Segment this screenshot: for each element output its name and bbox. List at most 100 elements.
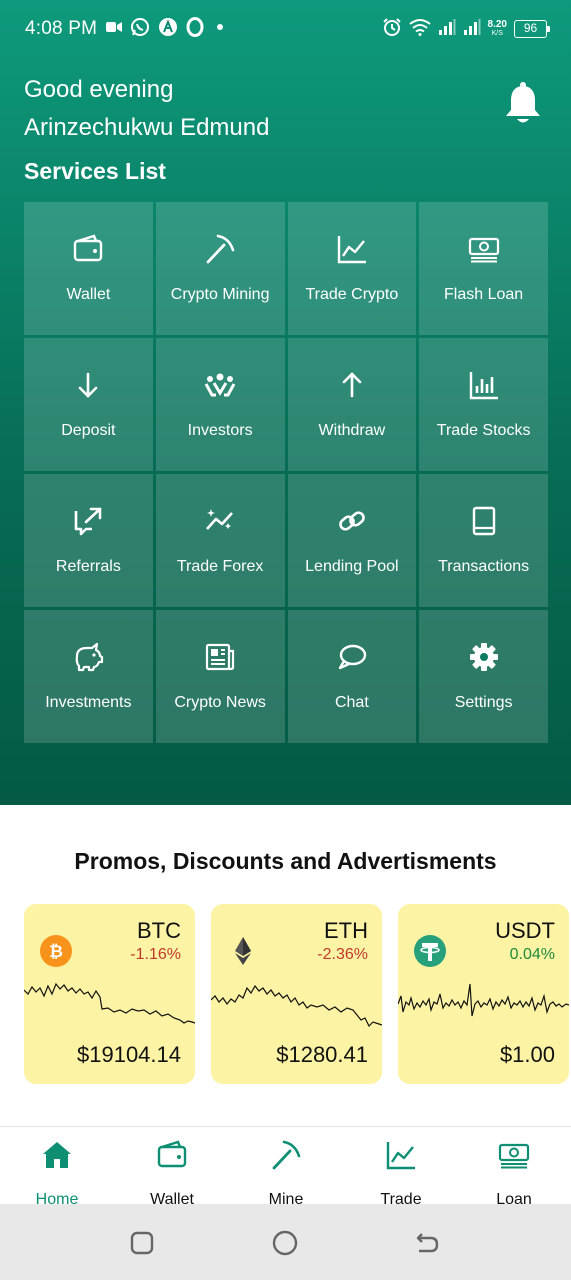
service-label: Investments <box>45 694 132 711</box>
back-arrow-icon[interactable] <box>413 1229 441 1257</box>
status-time: 4:08 PM <box>25 18 98 39</box>
service-label: Investors <box>187 422 253 439</box>
service-label: Deposit <box>61 422 116 439</box>
home-circle-icon[interactable] <box>271 1229 299 1257</box>
coin-price: $1.00 <box>499 1042 555 1067</box>
signal-icon <box>438 18 456 41</box>
service-crypto-news[interactable]: Crypto News <box>155 610 285 743</box>
network-speed: 8.20 K/S <box>487 19 507 38</box>
coin-card-btc[interactable]: ₿ BTC -1.16% $19104.14 <box>24 904 195 1084</box>
btc-sparkline <box>24 982 195 1024</box>
coin-price: $1280.41 <box>276 1042 368 1067</box>
nav-mine[interactable]: Mine <box>236 1127 336 1208</box>
coin-change: -2.36% <box>317 946 368 963</box>
nav-trade[interactable]: Trade <box>351 1127 451 1208</box>
coin-symbol: BTC <box>137 918 181 943</box>
dot-icon <box>212 17 226 42</box>
services-list-title: Services List <box>24 158 166 184</box>
notification-bell-icon[interactable] <box>503 82 543 126</box>
signal-icon <box>463 18 481 41</box>
service-label: Lending Pool <box>305 558 399 575</box>
services-grid: Wallet Crypto Mining Trade Crypto Flash … <box>24 202 548 743</box>
coin-price: $19104.14 <box>77 1042 181 1067</box>
whatsapp-icon <box>130 17 150 42</box>
service-referrals[interactable]: Referrals <box>24 474 153 607</box>
investors-icon <box>204 369 236 406</box>
service-transactions[interactable]: Transactions <box>419 474 548 607</box>
status-bar: 4:08 PM 8.20 K/S 96 <box>0 0 571 58</box>
service-label: Chat <box>334 694 369 711</box>
service-label: Flash Loan <box>444 286 524 303</box>
greeting-text: Good evening <box>24 76 174 103</box>
username: Arinzechukwu Edmund <box>24 114 270 141</box>
service-label: Wallet <box>66 286 111 303</box>
coin-symbol: USDT <box>495 918 555 943</box>
service-investments[interactable]: Investments <box>24 610 153 743</box>
gear-icon <box>468 641 500 678</box>
coin-cards-carousel[interactable]: ₿ BTC -1.16% $19104.14 ETH -2.36% $1280.… <box>24 904 571 1084</box>
recents-square-icon[interactable] <box>128 1229 156 1257</box>
service-label: Trade Crypto <box>305 286 399 303</box>
arrow-down-icon <box>72 369 104 406</box>
service-wallet[interactable]: Wallet <box>24 202 153 335</box>
service-trade-crypto[interactable]: Trade Crypto <box>287 202 417 335</box>
bitcoin-icon: ₿ <box>40 935 72 967</box>
nav-loan[interactable]: Loan <box>464 1127 564 1208</box>
book-icon <box>468 505 500 542</box>
service-label: Crypto News <box>174 694 266 711</box>
battery-indicator: 96 <box>514 20 550 38</box>
ethereum-icon <box>227 935 259 967</box>
nav-home[interactable]: Home <box>7 1127 107 1208</box>
svg-text:₿: ₿ <box>49 942 63 962</box>
promo-title: Promos, Discounts and Advertisments <box>74 848 497 874</box>
header-panel: 4:08 PM 8.20 K/S 96 Good evening Arinzec… <box>0 0 571 805</box>
wallet-icon <box>72 233 104 270</box>
chat-bubble-icon <box>336 641 368 678</box>
coin-card-usdt[interactable]: USDT 0.04% $1.00 <box>398 904 569 1084</box>
opera-icon <box>186 16 204 42</box>
usdt-sparkline <box>398 983 569 1017</box>
app-a-icon <box>158 17 178 42</box>
video-call-icon <box>106 20 122 39</box>
service-crypto-mining[interactable]: Crypto Mining <box>155 202 285 335</box>
service-label: Trade Stocks <box>436 422 531 439</box>
bar-chart-icon <box>468 369 500 406</box>
service-flash-loan[interactable]: Flash Loan <box>419 202 548 335</box>
bottom-nav: Home Wallet Mine Trade Loan <box>0 1126 571 1208</box>
line-chart-icon <box>385 1127 417 1176</box>
service-label: Withdraw <box>318 422 386 439</box>
coin-change: 0.04% <box>509 946 555 963</box>
banknote-icon <box>468 233 500 270</box>
nav-wallet[interactable]: Wallet <box>122 1127 222 1208</box>
service-label: Transactions <box>438 558 530 575</box>
tether-icon <box>414 935 446 967</box>
coin-symbol: ETH <box>324 918 368 943</box>
service-trade-forex[interactable]: Trade Forex <box>155 474 285 607</box>
coin-change: -1.16% <box>130 946 181 963</box>
service-label: Trade Forex <box>176 558 264 575</box>
service-lending-pool[interactable]: Lending Pool <box>287 474 417 607</box>
share-icon <box>72 505 104 542</box>
service-withdraw[interactable]: Withdraw <box>287 338 417 471</box>
service-label: Settings <box>454 694 513 711</box>
service-investors[interactable]: Investors <box>155 338 285 471</box>
service-settings[interactable]: Settings <box>419 610 548 743</box>
system-navigation-bar <box>0 1204 571 1280</box>
pickaxe-icon <box>204 233 236 270</box>
service-label: Crypto Mining <box>170 286 270 303</box>
service-chat[interactable]: Chat <box>287 610 417 743</box>
service-label: Referrals <box>55 558 121 575</box>
line-chart-icon <box>336 233 368 270</box>
pickaxe-icon <box>270 1127 302 1176</box>
wifi-icon <box>408 18 431 41</box>
piggy-bank-icon <box>72 641 104 678</box>
coin-card-eth[interactable]: ETH -2.36% $1280.41 <box>211 904 382 1084</box>
home-icon <box>41 1127 73 1176</box>
service-deposit[interactable]: Deposit <box>24 338 153 471</box>
sparkle-chart-icon <box>204 505 236 542</box>
banknote-icon <box>498 1127 530 1176</box>
wallet-icon <box>156 1127 188 1176</box>
alarm-icon <box>382 17 402 42</box>
link-icon <box>336 505 368 542</box>
service-trade-stocks[interactable]: Trade Stocks <box>419 338 548 471</box>
